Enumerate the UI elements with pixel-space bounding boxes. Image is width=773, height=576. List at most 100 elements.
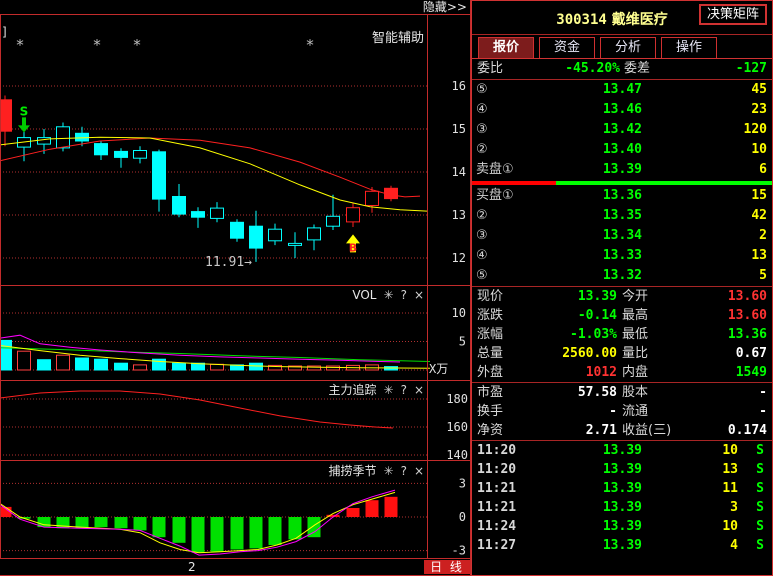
volume-bar xyxy=(250,363,263,370)
bid-price: 13.36 xyxy=(542,186,642,206)
bid-row-3[interactable]: ③13.342 xyxy=(472,226,772,246)
bid-row-5[interactable]: ⑤13.325 xyxy=(472,266,772,286)
candle-body xyxy=(134,151,147,159)
tab-quote[interactable]: 报价 xyxy=(478,37,534,58)
stat-label: 今开 xyxy=(622,287,648,306)
month-tick-label: 2 xyxy=(188,560,196,574)
tick-qty: 10 xyxy=(652,441,738,460)
stat-row: 外盘1012内盘1549 xyxy=(472,363,772,382)
fundamental-stats: 市盈57.58股本- 换手-流通- 净资2.71收益(三)0.174 xyxy=(472,383,772,441)
stat-label: 净资 xyxy=(477,421,503,440)
weibi-row: 委比 -45.20% 委差 -127 xyxy=(472,59,772,80)
stat-value: - xyxy=(759,402,767,421)
ask-level-label: ④ xyxy=(476,100,488,120)
low-price-annotation: 11.91→ xyxy=(205,255,252,270)
ask-level-label: ③ xyxy=(476,120,488,140)
tick-row: 11:2113.3911S xyxy=(472,479,772,498)
ask-qty: 10 xyxy=(751,140,767,160)
volume-panel-title: VOL xyxy=(352,288,376,302)
gear-icon[interactable]: ✳ xyxy=(384,383,394,397)
quote-stats: 现价13.39今开13.60 涨跌-0.14最高13.60 涨幅-1.03%最低… xyxy=(472,287,772,383)
bid-strength-segment xyxy=(556,181,772,185)
weibi-label: 委比 xyxy=(477,59,503,79)
main-candlestick-chart[interactable]: 1615141312]****SB11.91→ xyxy=(0,14,470,285)
candle-body xyxy=(347,208,360,222)
stat-label: 涨幅 xyxy=(477,325,503,344)
ask-row-4[interactable]: ④13.4623 xyxy=(472,100,772,120)
tick-time: 11:21 xyxy=(477,479,516,498)
volume-bar xyxy=(115,363,128,370)
help-icon[interactable]: ? xyxy=(401,464,407,478)
gear-icon[interactable]: ✳ xyxy=(384,288,394,302)
volume-bar xyxy=(173,363,186,370)
help-icon[interactable]: ? xyxy=(401,383,407,397)
tick-price: 13.39 xyxy=(542,460,642,479)
ask-row-2[interactable]: ②13.4010 xyxy=(472,140,772,160)
bid-price: 13.34 xyxy=(542,226,642,246)
tick-side: S xyxy=(756,441,764,460)
ask-strength-segment xyxy=(472,181,556,185)
tick-time: 11:21 xyxy=(477,498,516,517)
close-icon[interactable]: × xyxy=(414,464,424,478)
candle-body xyxy=(153,152,166,199)
chart-right-border xyxy=(427,14,428,558)
period-daily-label[interactable]: 日 线 xyxy=(424,560,470,574)
bid-level-label: ⑤ xyxy=(476,266,488,286)
tick-qty: 4 xyxy=(652,536,738,555)
hide-panel-button[interactable]: 隐藏>> xyxy=(423,0,467,14)
stat-label: 收益(三) xyxy=(622,421,671,440)
tick-price: 13.39 xyxy=(542,479,642,498)
close-icon[interactable]: × xyxy=(414,288,424,302)
stat-row: 现价13.39今开13.60 xyxy=(472,287,772,306)
help-icon[interactable]: ? xyxy=(401,288,407,302)
stat-row: 涨跌-0.14最高13.60 xyxy=(472,306,772,325)
oscillator-bar xyxy=(153,517,166,537)
order-book: ⑤13.4745 ④13.4623 ③13.42120 ②13.4010 卖盘①… xyxy=(472,80,772,287)
bid-row-2[interactable]: ②13.3542 xyxy=(472,206,772,226)
volume-bar xyxy=(0,340,12,370)
sell-signal-letter: S xyxy=(20,104,29,118)
axis-tick-label: 12 xyxy=(452,251,466,265)
volume-bar xyxy=(18,351,31,370)
volume-bar xyxy=(211,364,224,370)
tick-side: S xyxy=(756,536,764,555)
event-star-marker: * xyxy=(133,36,141,54)
candle-body xyxy=(289,243,302,245)
ask-level-label: ⑤ xyxy=(476,80,488,100)
tick-row: 11:2413.3910S xyxy=(472,517,772,536)
volume-bar xyxy=(327,366,340,370)
tick-qty: 11 xyxy=(652,479,738,498)
stat-label: 涨跌 xyxy=(477,306,503,325)
oscillator-bar xyxy=(385,497,398,517)
candle-body xyxy=(269,229,282,241)
stat-value: 13.36 xyxy=(728,325,767,344)
close-icon[interactable]: × xyxy=(414,383,424,397)
tick-price: 13.39 xyxy=(542,498,642,517)
bid-qty: 13 xyxy=(751,246,767,266)
tick-time: 11:27 xyxy=(477,536,516,555)
event-star-marker: * xyxy=(93,36,101,54)
axis-tick-label: 15 xyxy=(452,122,466,136)
tab-analysis[interactable]: 分析 xyxy=(600,37,656,58)
axis-tick-label: 13 xyxy=(452,208,466,222)
decision-matrix-button[interactable]: 决策矩阵 xyxy=(699,4,767,25)
ask-row-3[interactable]: ③13.42120 xyxy=(472,120,772,140)
bid-row-4[interactable]: ④13.3313 xyxy=(472,246,772,266)
ask-price: 13.40 xyxy=(542,140,642,160)
stat-label: 市盈 xyxy=(477,383,503,402)
stat-value: 2.71 xyxy=(522,421,617,440)
gear-icon[interactable]: ✳ xyxy=(384,464,394,478)
tab-funds[interactable]: 资金 xyxy=(539,37,595,58)
stat-label: 外盘 xyxy=(477,363,503,382)
ask-row-5[interactable]: ⑤13.4745 xyxy=(472,80,772,100)
axis-tick-label: X万 xyxy=(429,362,448,376)
stat-label: 量比 xyxy=(622,344,648,363)
stat-label: 流通 xyxy=(622,402,648,421)
candle-body xyxy=(327,216,340,226)
ask-row-1[interactable]: 卖盘①13.396 xyxy=(472,160,772,180)
tab-operate[interactable]: 操作 xyxy=(661,37,717,58)
divider xyxy=(0,285,470,286)
stat-value: - xyxy=(522,402,617,421)
bid-row-1[interactable]: 买盘①13.3615 xyxy=(472,186,772,206)
stat-label: 股本 xyxy=(622,383,648,402)
